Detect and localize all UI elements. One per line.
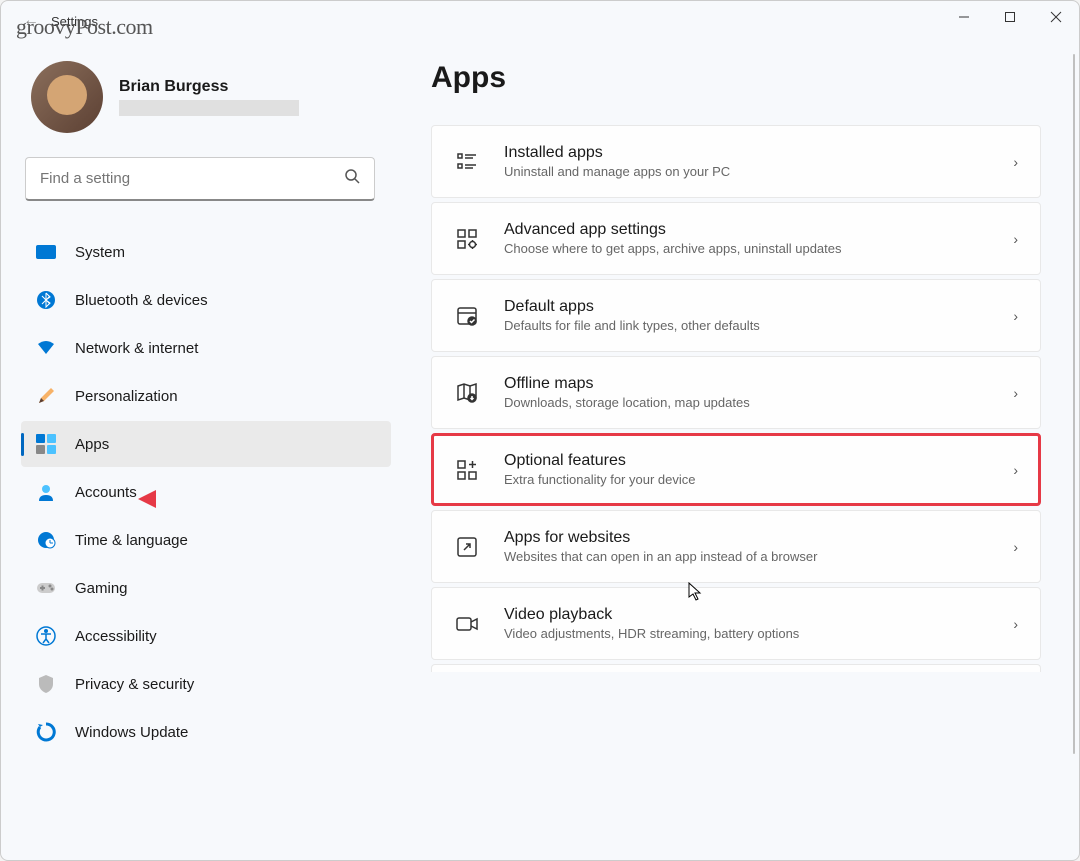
system-icon: [35, 241, 57, 263]
grid-gear-icon: [454, 226, 480, 252]
settings-desc: Video adjustments, HDR streaming, batter…: [504, 626, 989, 641]
close-button[interactable]: [1033, 1, 1079, 33]
window-check-icon: [454, 303, 480, 329]
settings-item-video-playback[interactable]: Video playback Video adjustments, HDR st…: [431, 587, 1041, 660]
settings-item-offline-maps[interactable]: Offline maps Downloads, storage location…: [431, 356, 1041, 429]
sidebar-item-time[interactable]: Time & language: [21, 517, 391, 563]
settings-desc: Websites that can open in an app instead…: [504, 549, 989, 564]
nav-label: System: [75, 244, 125, 261]
content-area: Brian Burgess System Bluetooth: [1, 41, 1079, 860]
chevron-right-icon: ›: [1013, 154, 1018, 170]
settings-desc: Choose where to get apps, archive apps, …: [504, 241, 989, 256]
wifi-icon: [35, 337, 57, 359]
nav-label: Time & language: [75, 532, 188, 549]
cursor-icon: [688, 582, 704, 607]
nav-label: Accessibility: [75, 628, 157, 645]
settings-title: Video playback: [504, 606, 989, 624]
sidebar-item-accessibility[interactable]: Accessibility: [21, 613, 391, 659]
open-external-icon: [454, 534, 480, 560]
chevron-right-icon: ›: [1013, 462, 1018, 478]
profile-email-redacted: [119, 100, 299, 116]
settings-title: Apps for websites: [504, 529, 989, 547]
video-icon: [454, 611, 480, 637]
sidebar-item-network[interactable]: Network & internet: [21, 325, 391, 371]
profile-section[interactable]: Brian Burgess: [21, 61, 391, 133]
chevron-right-icon: ›: [1013, 616, 1018, 632]
window-controls: [941, 1, 1079, 33]
minimize-button[interactable]: [941, 1, 987, 33]
settings-title: Installed apps: [504, 144, 989, 162]
nav-label: Apps: [75, 436, 109, 453]
watermark: groovyPost.com: [16, 14, 153, 40]
maximize-button[interactable]: [987, 1, 1033, 33]
titlebar: ← Settings: [1, 1, 1079, 41]
accessibility-icon: [35, 625, 57, 647]
settings-item-advanced[interactable]: Advanced app settings Choose where to ge…: [431, 202, 1041, 275]
avatar: [31, 61, 103, 133]
sidebar-item-personalization[interactable]: Personalization: [21, 373, 391, 419]
sidebar-item-accounts[interactable]: Accounts: [21, 469, 391, 515]
nav-label: Personalization: [75, 388, 178, 405]
nav-label: Network & internet: [75, 340, 198, 357]
chevron-right-icon: ›: [1013, 231, 1018, 247]
apps-icon: [35, 433, 57, 455]
settings-desc: Extra functionality for your device: [504, 472, 989, 487]
annotation-arrow-icon: [136, 486, 196, 517]
settings-item-default-apps[interactable]: Default apps Defaults for file and link …: [431, 279, 1041, 352]
nav-label: Privacy & security: [75, 676, 194, 693]
chevron-right-icon: ›: [1013, 308, 1018, 324]
page-title: Apps: [431, 61, 1049, 95]
sidebar-item-apps[interactable]: Apps: [21, 421, 391, 467]
search-box[interactable]: [25, 157, 375, 201]
sidebar-item-update[interactable]: Windows Update: [21, 709, 391, 755]
nav-label: Windows Update: [75, 724, 188, 741]
settings-item-partial: [431, 664, 1041, 672]
nav-label: Gaming: [75, 580, 128, 597]
scrollbar[interactable]: [1072, 54, 1076, 814]
settings-item-optional-features[interactable]: Optional features Extra functionality fo…: [431, 433, 1041, 506]
sidebar-item-bluetooth[interactable]: Bluetooth & devices: [21, 277, 391, 323]
bluetooth-icon: [35, 289, 57, 311]
settings-title: Offline maps: [504, 375, 989, 393]
settings-title: Optional features: [504, 452, 989, 470]
settings-desc: Defaults for file and link types, other …: [504, 318, 989, 333]
nav-label: Bluetooth & devices: [75, 292, 208, 309]
profile-name: Brian Burgess: [119, 78, 299, 96]
nav-label: Accounts: [75, 484, 137, 501]
grid-plus-icon: [454, 457, 480, 483]
update-icon: [35, 721, 57, 743]
map-download-icon: [454, 380, 480, 406]
chevron-right-icon: ›: [1013, 539, 1018, 555]
scrollbar-thumb[interactable]: [1073, 54, 1075, 754]
sidebar-item-privacy[interactable]: Privacy & security: [21, 661, 391, 707]
sidebar: Brian Burgess System Bluetooth: [1, 41, 401, 860]
nav-list: System Bluetooth & devices Network & int…: [21, 229, 391, 755]
settings-title: Advanced app settings: [504, 221, 989, 239]
settings-list: Installed apps Uninstall and manage apps…: [431, 125, 1049, 672]
list-icon: [454, 149, 480, 175]
gamepad-icon: [35, 577, 57, 599]
sidebar-item-system[interactable]: System: [21, 229, 391, 275]
chevron-right-icon: ›: [1013, 385, 1018, 401]
globe-icon: [35, 529, 57, 551]
settings-desc: Uninstall and manage apps on your PC: [504, 164, 989, 179]
search-icon[interactable]: [344, 168, 360, 189]
brush-icon: [35, 385, 57, 407]
settings-title: Default apps: [504, 298, 989, 316]
settings-item-apps-websites[interactable]: Apps for websites Websites that can open…: [431, 510, 1041, 583]
person-icon: [35, 481, 57, 503]
main-content: Apps Installed apps Uninstall and manage…: [401, 41, 1079, 860]
settings-item-installed-apps[interactable]: Installed apps Uninstall and manage apps…: [431, 125, 1041, 198]
sidebar-item-gaming[interactable]: Gaming: [21, 565, 391, 611]
settings-desc: Downloads, storage location, map updates: [504, 395, 989, 410]
search-input[interactable]: [40, 170, 344, 187]
settings-window: groovyPost.com ← Settings Brian Burgess: [0, 0, 1080, 861]
shield-icon: [35, 673, 57, 695]
